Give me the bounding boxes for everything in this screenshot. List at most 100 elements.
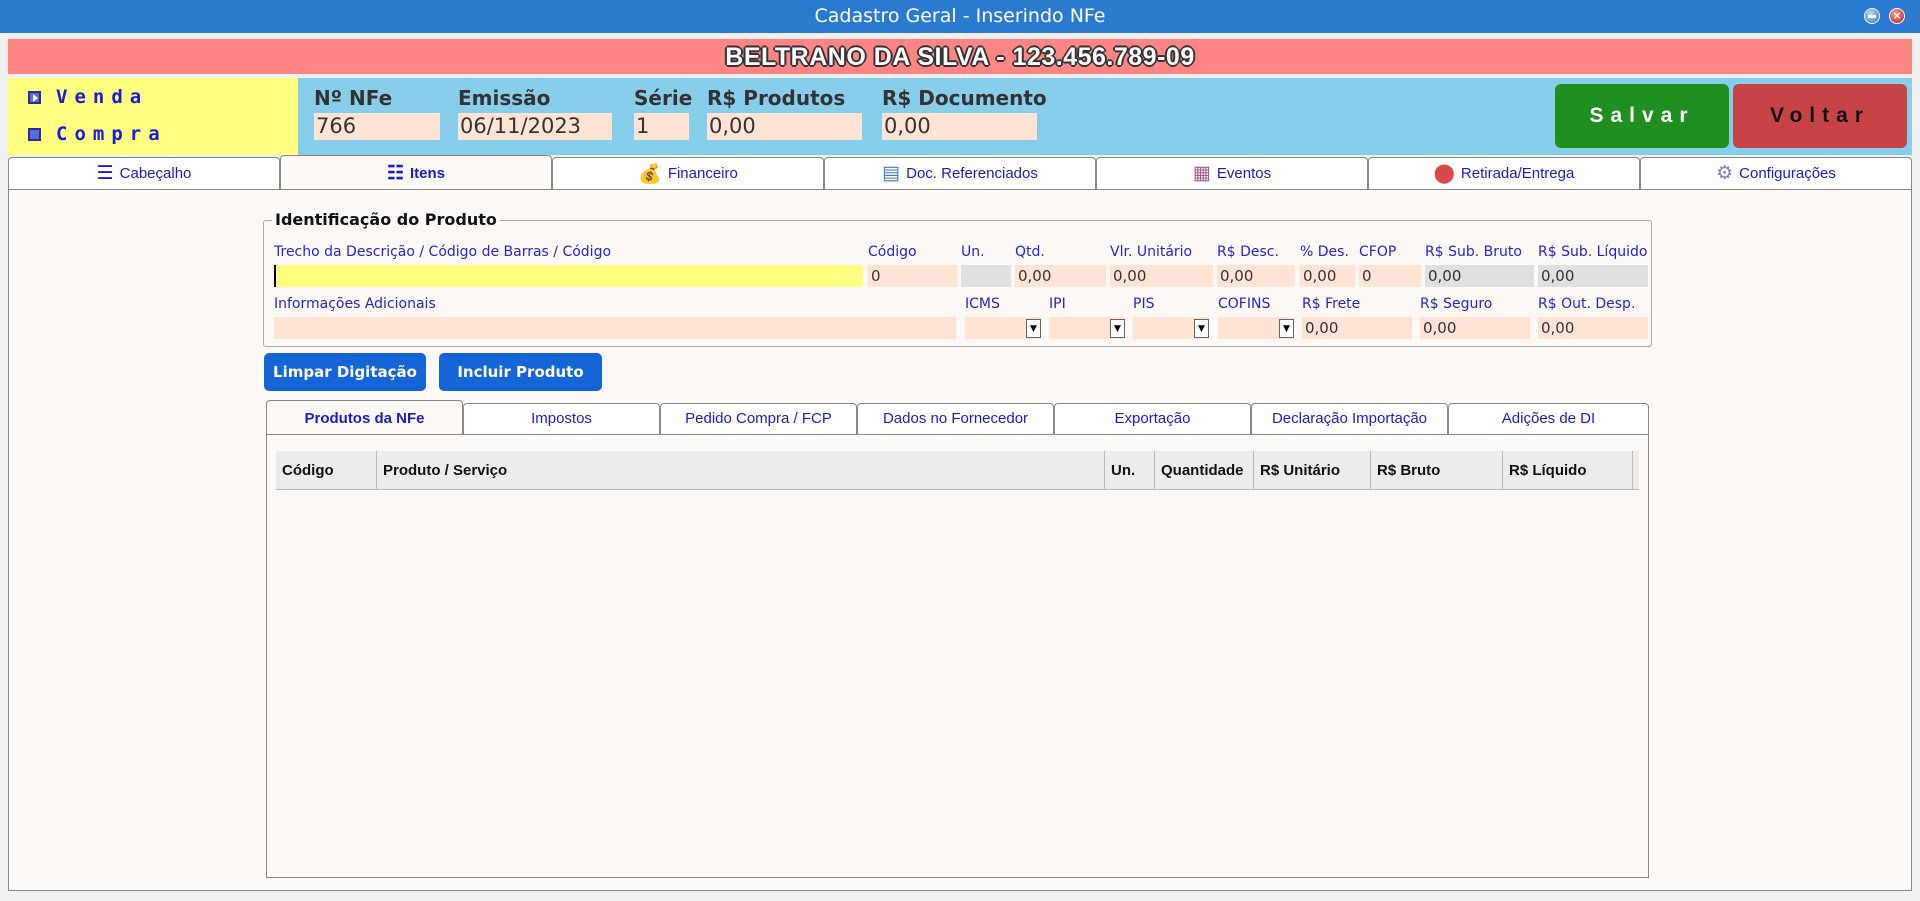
window-title: Cadastro Geral - Inserindo NFe <box>814 5 1106 27</box>
busca-input[interactable] <box>274 265 863 287</box>
qtd-label: Qtd. <box>1015 244 1045 260</box>
serie-field[interactable]: 1 <box>634 113 689 140</box>
gears-icon: ⚙ <box>1716 163 1734 184</box>
window-titlebar: Cadastro Geral - Inserindo NFe × <box>0 0 1920 33</box>
radio-unselected-icon[interactable] <box>28 127 41 141</box>
tab-produtos-nfe[interactable]: Produtos da NFe <box>266 400 463 436</box>
sub-bruto-label: R$ Sub. Bruto <box>1425 244 1522 260</box>
chevron-down-icon[interactable]: ▼ <box>1194 319 1209 338</box>
pis-label: PIS <box>1133 296 1155 312</box>
emissao-field[interactable]: 06/11/2023 <box>458 113 612 140</box>
voltar-button[interactable]: Voltar <box>1733 84 1907 148</box>
tab-itens-label: Itens <box>410 165 446 182</box>
column-header-liquido[interactable]: R$ Líquido <box>1503 451 1633 490</box>
cfop-label: CFOP <box>1359 244 1397 260</box>
radio-venda[interactable]: Venda <box>28 86 148 108</box>
documento-total-field: 0,00 <box>882 113 1037 140</box>
column-header-quantidade[interactable]: Quantidade <box>1155 451 1254 490</box>
frete-label: R$ Frete <box>1302 296 1361 312</box>
cofins-select[interactable]: ▼ <box>1218 317 1294 339</box>
icms-select[interactable]: ▼ <box>965 317 1041 339</box>
chevron-down-icon[interactable]: ▼ <box>1110 319 1125 338</box>
tab-retirada-entrega-label: Retirada/Entrega <box>1460 165 1575 182</box>
tab-doc-referenciados[interactable]: ▤ Doc. Referenciados <box>824 157 1096 189</box>
pct-des-label: % Des. <box>1300 244 1349 260</box>
tab-retirada-entrega[interactable]: ⬤ Retirada/Entrega <box>1368 157 1640 189</box>
minimize-icon[interactable] <box>1864 8 1880 24</box>
codigo-label: Código <box>868 244 917 260</box>
icms-label: ICMS <box>965 296 1000 312</box>
produtos-grid-panel: Código Produto / Serviço Un. Quantidade … <box>266 434 1649 878</box>
serie-label: Série <box>634 86 693 110</box>
sub-tab-bar: Produtos da NFe Impostos Pedido Compra /… <box>266 400 1649 436</box>
radio-venda-label: Venda <box>56 86 149 108</box>
produtos-total-field: 0,00 <box>707 113 862 140</box>
seguro-field[interactable]: 0,00 <box>1420 317 1530 339</box>
sub-liquido-field: 0,00 <box>1538 265 1648 287</box>
tab-impostos[interactable]: Impostos <box>463 403 660 434</box>
un-field <box>961 265 1011 287</box>
tab-eventos[interactable]: ▦ Eventos <box>1096 157 1368 189</box>
desc-label: R$ Desc. <box>1217 244 1279 260</box>
customer-banner: BELTRANO DA SILVA - 123.456.789-09 <box>8 39 1912 74</box>
location-pin-icon: ⬤ <box>1433 163 1455 184</box>
close-icon[interactable]: × <box>1889 8 1905 24</box>
tab-configuracoes[interactable]: ⚙ Configurações <box>1640 157 1912 189</box>
desc-field[interactable]: 0,00 <box>1217 265 1295 287</box>
limpar-digitacao-button[interactable]: Limpar Digitação <box>264 353 426 391</box>
vlr-unitario-label: Vlr. Unitário <box>1110 244 1193 260</box>
column-header-unitario[interactable]: R$ Unitário <box>1254 451 1371 490</box>
tab-financeiro[interactable]: 💰 Financeiro <box>552 157 824 189</box>
produto-group-title: Identificação do Produto <box>272 210 500 229</box>
tab-doc-referenciados-label: Doc. Referenciados <box>906 165 1038 182</box>
column-header-bruto[interactable]: R$ Bruto <box>1371 451 1503 490</box>
out-desp-field[interactable]: 0,00 <box>1538 317 1648 339</box>
frete-field[interactable]: 0,00 <box>1302 317 1412 339</box>
numero-label: Nº NFe <box>314 86 393 110</box>
produtos-total-label: R$ Produtos <box>707 86 846 110</box>
tab-exportacao[interactable]: Exportação <box>1054 403 1251 434</box>
vlr-unitario-field[interactable]: 0,00 <box>1110 265 1213 287</box>
sub-liquido-label: R$ Sub. Líquido <box>1538 244 1648 260</box>
tab-itens[interactable]: ☷ Itens <box>280 155 552 191</box>
main-tab-bar: ☰ Cabeçalho ☷ Itens 💰 Financeiro ▤ Doc. … <box>8 155 1912 191</box>
salvar-button[interactable]: Salvar <box>1555 84 1729 148</box>
pis-select[interactable]: ▼ <box>1133 317 1209 339</box>
sub-bruto-field: 0,00 <box>1425 265 1534 287</box>
column-header-un[interactable]: Un. <box>1105 451 1155 490</box>
radio-selected-icon[interactable] <box>28 90 41 104</box>
radio-compra[interactable]: Compra <box>28 123 167 145</box>
out-desp-label: R$ Out. Desp. <box>1538 296 1636 312</box>
un-label: Un. <box>961 244 985 260</box>
documento-total-label: R$ Documento <box>882 86 1047 110</box>
info-adicionais-input[interactable] <box>274 317 956 339</box>
qtd-field[interactable]: 0,00 <box>1015 265 1106 287</box>
tab-pedido-compra[interactable]: Pedido Compra / FCP <box>660 403 857 434</box>
info-adicionais-label: Informações Adicionais <box>274 296 436 312</box>
pct-des-field[interactable]: 0,00 <box>1300 265 1355 287</box>
chevron-down-icon[interactable]: ▼ <box>1026 319 1041 338</box>
cofins-label: COFINS <box>1218 296 1271 312</box>
ipi-select[interactable]: ▼ <box>1049 317 1125 339</box>
numero-field[interactable]: 766 <box>314 113 440 140</box>
tab-eventos-label: Eventos <box>1216 165 1272 182</box>
grid-header: Código Produto / Serviço Un. Quantidade … <box>276 451 1639 490</box>
tab-declaracao-importacao[interactable]: Declaração Importação <box>1251 403 1448 434</box>
seguro-label: R$ Seguro <box>1420 296 1493 312</box>
calendar-icon: ▦ <box>1192 163 1211 184</box>
money-bag-icon: 💰 <box>638 163 662 185</box>
incluir-produto-button[interactable]: Incluir Produto <box>439 353 602 391</box>
column-header-codigo[interactable]: Código <box>276 451 377 490</box>
tab-financeiro-label: Financeiro <box>667 165 738 182</box>
chevron-down-icon[interactable]: ▼ <box>1279 319 1294 338</box>
tab-dados-fornecedor[interactable]: Dados no Fornecedor <box>857 403 1054 434</box>
tab-adicoes-di[interactable]: Adições de DI <box>1448 403 1649 434</box>
tab-cabecalho[interactable]: ☰ Cabeçalho <box>8 157 280 189</box>
codigo-field[interactable]: 0 <box>868 265 957 287</box>
radio-compra-label: Compra <box>56 123 167 145</box>
column-header-produto[interactable]: Produto / Serviço <box>377 451 1105 490</box>
cfop-field[interactable]: 0 <box>1359 265 1421 287</box>
document-icon: ▤ <box>882 163 901 184</box>
emissao-label: Emissão <box>458 86 551 110</box>
operation-type-panel: Venda Compra <box>8 78 298 155</box>
